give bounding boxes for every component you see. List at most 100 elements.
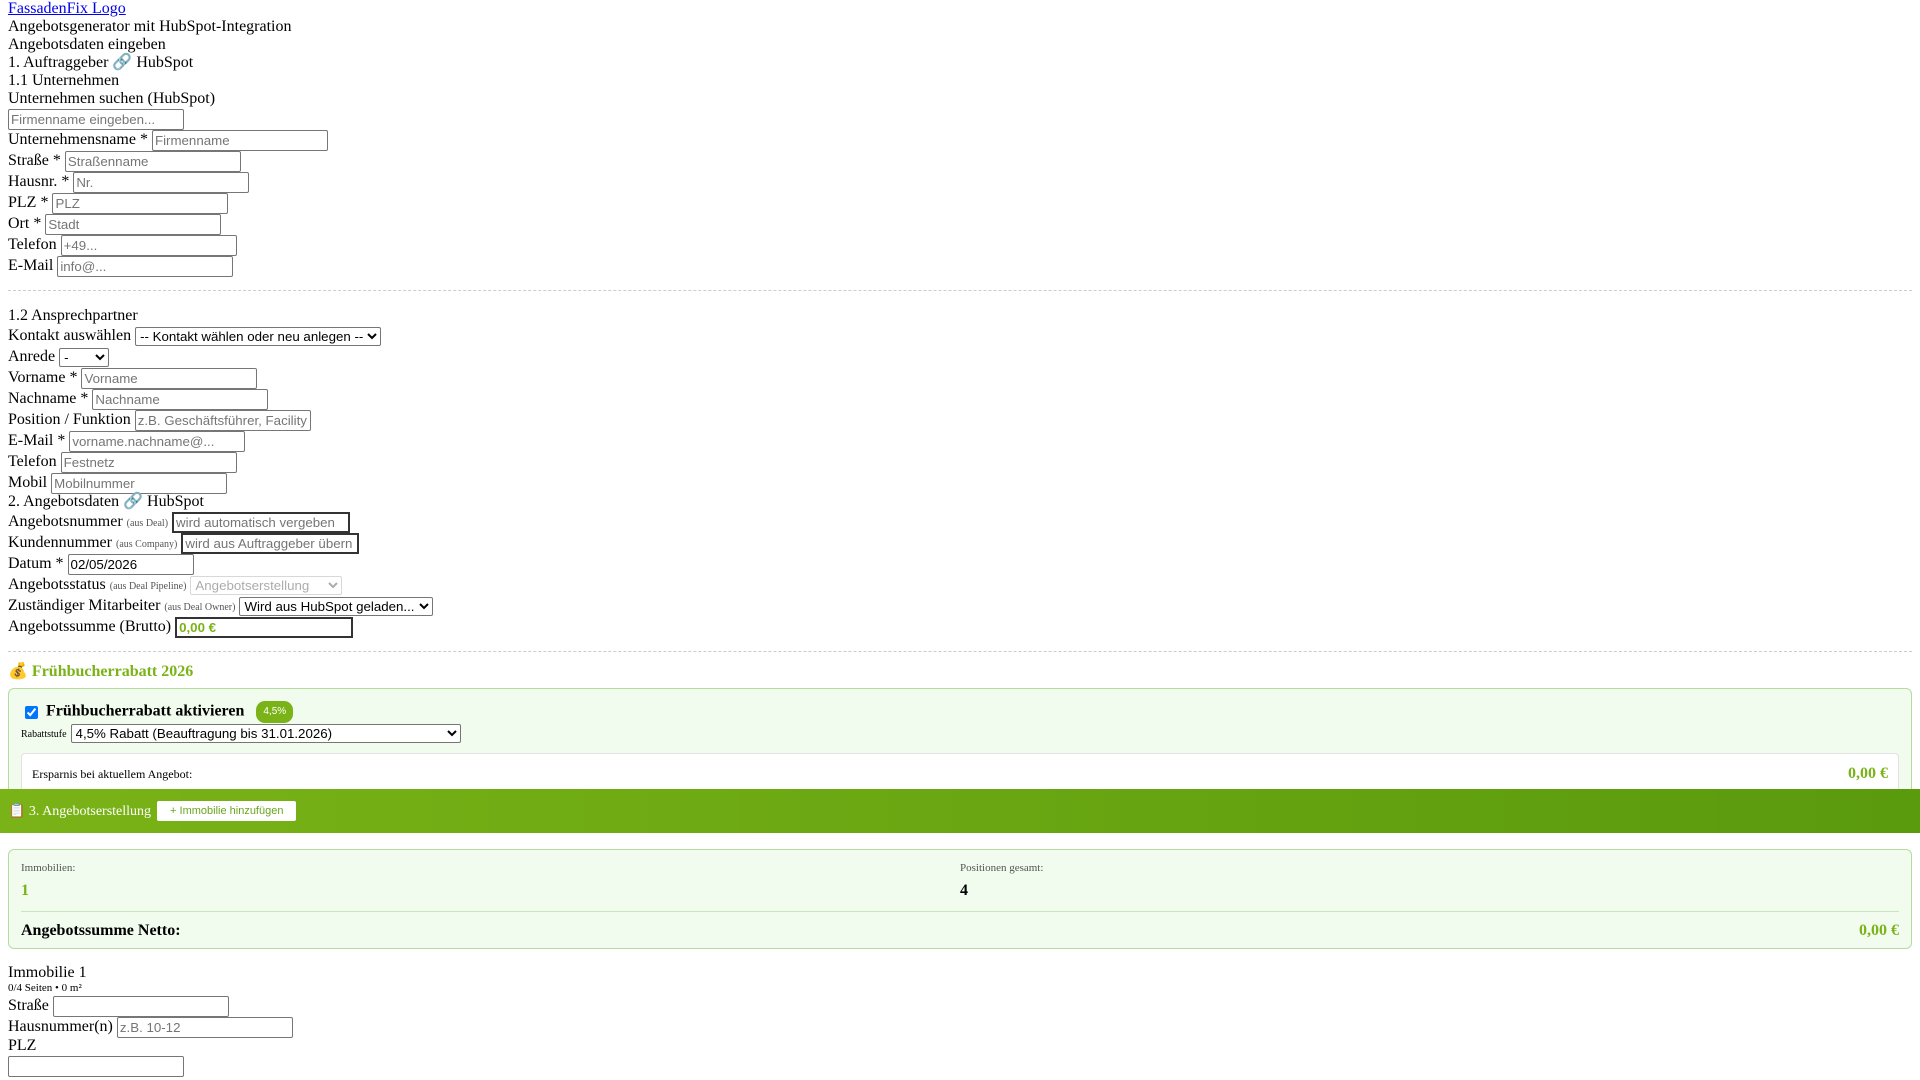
- street-row: Straße *: [8, 150, 1912, 172]
- firstname-label: Vorname *: [8, 369, 78, 386]
- offer-status-hint: (aus Deal Pipeline): [109, 581, 187, 592]
- property-street-label: Straße: [8, 997, 49, 1014]
- property-house-label: Hausnummer(n): [8, 1018, 113, 1035]
- angebotserstellung-bar: 📋 3. Angebotserstellung + Immobilie hinz…: [0, 789, 1920, 833]
- date-input[interactable]: [67, 553, 194, 575]
- customer-number-hint: (aus Company): [115, 539, 178, 550]
- logo[interactable]: FassadenFix Logo: [8, 0, 1912, 18]
- contact-email-label: E-Mail *: [8, 432, 66, 449]
- street-input[interactable]: [64, 150, 241, 172]
- offer-status-row: Angebotsstatus (aus Deal Pipeline) Angeb…: [8, 574, 1912, 595]
- offer-number-row: Angebotsnummer (aus Deal): [8, 511, 1912, 533]
- contact-select[interactable]: -- Kontakt wählen oder neu anlegen --: [135, 326, 382, 346]
- contact-select-label: Kontakt auswählen: [8, 327, 132, 344]
- divider: [8, 651, 1912, 652]
- firstname-input[interactable]: [81, 367, 258, 389]
- date-row: Datum *: [8, 553, 1912, 575]
- company-email-row: E-Mail: [8, 255, 1912, 277]
- angebotsdaten-heading: 2. Angebotsdaten 🔗 HubSpot: [8, 493, 204, 510]
- zip-row: PLZ *: [8, 192, 1912, 214]
- company-name-row: Unternehmensname *: [8, 129, 1912, 151]
- city-row: Ort *: [8, 213, 1912, 235]
- positions-count-label: Positionen gesamt:: [960, 862, 1044, 874]
- savings-value: 0,00 €: [1848, 765, 1888, 782]
- company-search-label: Unternehmen suchen (HubSpot): [8, 90, 216, 107]
- position-label: Position / Funktion: [8, 411, 131, 428]
- offer-number-hint: (aus Deal): [126, 518, 169, 529]
- summary-divider: [21, 911, 1899, 912]
- form-title: Angebotsdaten eingeben: [8, 36, 166, 53]
- rabatt-checkbox[interactable]: [25, 705, 38, 719]
- company-email-input[interactable]: [57, 255, 234, 277]
- property-title: Immobilie 1: [8, 964, 87, 981]
- company-phone-row: Telefon: [8, 234, 1912, 256]
- property-house-row: Hausnummer(n): [8, 1016, 1908, 1038]
- mobile-row: Mobil: [8, 472, 1912, 494]
- savings-label: Ersparnis bei aktuellem Angebot:: [32, 766, 193, 781]
- employee-select[interactable]: Wird aus HubSpot geladen...: [239, 596, 434, 616]
- property-house-input[interactable]: [116, 1016, 293, 1038]
- gross-sum-input[interactable]: [175, 616, 354, 638]
- rabatt-stufe-select[interactable]: 4,5% Rabatt (Beauftragung bis 31.01.2026…: [70, 723, 461, 743]
- zip-input[interactable]: [52, 192, 229, 214]
- customer-number-row: Kundennummer (aus Company): [8, 532, 1912, 554]
- mobile-label: Mobil: [8, 474, 48, 491]
- street-label: Straße *: [8, 152, 61, 169]
- city-input[interactable]: [45, 213, 222, 235]
- salutation-row: Anrede -: [8, 346, 1912, 367]
- logo-link[interactable]: FassadenFix Logo: [8, 0, 126, 17]
- company-name-input[interactable]: [151, 129, 328, 151]
- company-name-label: Unternehmensname *: [8, 131, 148, 148]
- company-search-input[interactable]: [8, 108, 184, 130]
- date-label: Datum *: [8, 555, 64, 572]
- offer-status-select[interactable]: Angebotserstellung: [190, 575, 343, 595]
- rabatt-title: 💰 Frühbucherrabatt 2026: [8, 663, 194, 680]
- contact-select-row: Kontakt auswählen -- Kontakt wählen oder…: [8, 325, 1912, 346]
- house-number-row: Hausnr. *: [8, 171, 1912, 193]
- city-label: Ort *: [8, 215, 42, 232]
- rabatt-stufe-label: Rabattstufe: [21, 729, 67, 740]
- offer-status-label: Angebotsstatus: [8, 576, 106, 593]
- lastname-row: Nachname *: [8, 388, 1912, 410]
- contact-phone-input[interactable]: [60, 451, 237, 473]
- company-phone-input[interactable]: [60, 234, 237, 256]
- gross-sum-row: Angebotssumme (Brutto): [8, 616, 1912, 638]
- summary-panel: Immobilien: 1 Positionen gesamt: 4 Angeb…: [8, 849, 1912, 949]
- positions-count-value: 4: [960, 882, 968, 899]
- unternehmen-heading: 1.1 Unternehmen: [8, 72, 120, 89]
- contact-phone-label: Telefon: [8, 453, 57, 470]
- customer-number-input[interactable]: [181, 532, 360, 554]
- angebotserstellung-heading: 📋 3. Angebotserstellung: [8, 803, 152, 819]
- property-zip-input[interactable]: [8, 1055, 184, 1077]
- offer-number-input[interactable]: [172, 511, 351, 533]
- net-sum-row: Angebotssumme Netto: 0,00 €: [21, 922, 1899, 940]
- property-zip-label: PLZ: [8, 1037, 37, 1054]
- house-number-label: Hausnr. *: [8, 173, 70, 190]
- customer-number-label: Kundennummer: [8, 534, 112, 551]
- position-input[interactable]: [134, 409, 311, 431]
- property-street-input[interactable]: [52, 995, 229, 1017]
- rabatt-checkbox-label: Frühbucherrabatt aktivieren: [46, 702, 245, 720]
- employee-row: Zuständiger Mitarbeiter (aus Deal Owner)…: [8, 595, 1912, 616]
- add-property-button[interactable]: + Immobilie hinzufügen: [157, 801, 297, 821]
- properties-count-value: 1: [21, 882, 29, 899]
- mobile-input[interactable]: [51, 472, 228, 494]
- company-phone-label: Telefon: [8, 236, 57, 253]
- divider: [8, 290, 1912, 291]
- lastname-input[interactable]: [92, 388, 269, 410]
- company-email-label: E-Mail: [8, 257, 54, 274]
- property-street-row: Straße: [8, 995, 1908, 1017]
- contact-email-row: E-Mail *: [8, 430, 1912, 452]
- employee-hint: (aus Deal Owner): [164, 602, 236, 613]
- employee-label: Zuständiger Mitarbeiter: [8, 597, 161, 614]
- rabatt-badge: 4,5%: [256, 701, 294, 723]
- salutation-select[interactable]: -: [59, 347, 110, 367]
- house-number-input[interactable]: [73, 171, 250, 193]
- contact-email-input[interactable]: [69, 430, 246, 452]
- gross-sum-label: Angebotssumme (Brutto): [8, 618, 172, 635]
- offer-number-label: Angebotsnummer: [8, 513, 123, 530]
- net-sum-label: Angebotssumme Netto:: [21, 922, 181, 939]
- position-row: Position / Funktion: [8, 409, 1912, 431]
- properties-count-label: Immobilien:: [21, 862, 76, 874]
- lastname-label: Nachname *: [8, 390, 89, 407]
